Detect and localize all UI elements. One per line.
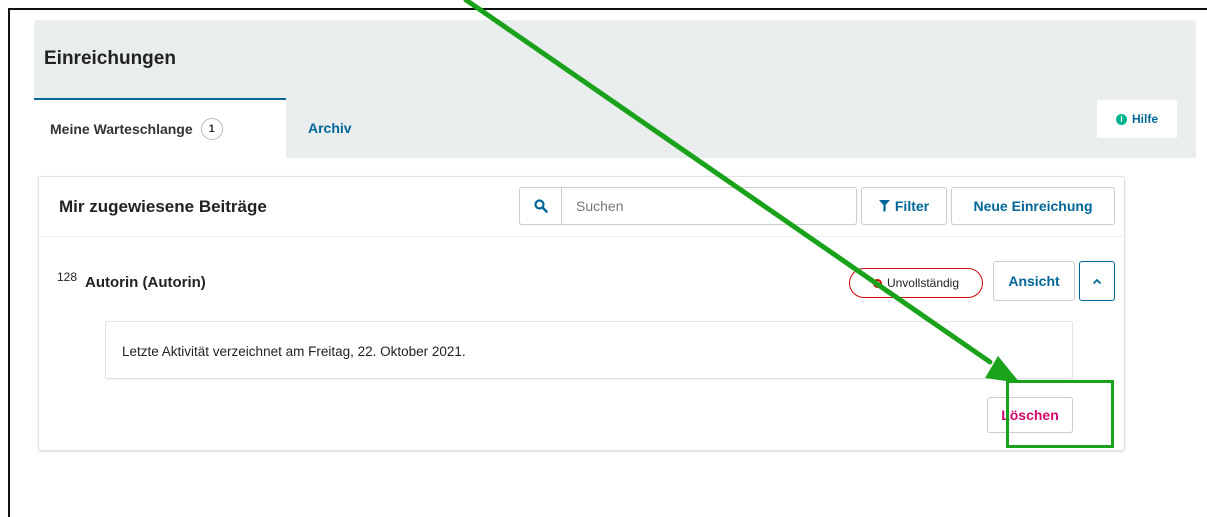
view-button[interactable]: Ansicht (993, 261, 1075, 301)
search-icon[interactable] (520, 188, 562, 224)
tab-my-queue[interactable]: Meine Warteschlange 1 (34, 98, 286, 158)
last-activity-text: Letzte Aktivität verzeichnet am Freitag,… (122, 344, 466, 359)
filter-icon (878, 200, 890, 212)
filter-button[interactable]: Filter (861, 187, 947, 225)
search-box (519, 187, 857, 225)
help-button[interactable]: i Hilfe (1097, 100, 1177, 138)
new-submission-button[interactable]: Neue Einreichung (951, 187, 1115, 225)
help-label: Hilfe (1131, 112, 1158, 126)
page-title: Einreichungen (44, 48, 176, 69)
collapse-toggle-button[interactable] (1079, 261, 1115, 301)
status-label: Unvollständig (886, 276, 960, 290)
tab-my-queue-label: Meine Warteschlange (50, 121, 193, 137)
queue-count-badge: 1 (200, 118, 223, 140)
chevron-up-icon (1092, 278, 1102, 284)
tab-archive[interactable]: Archiv (308, 98, 352, 158)
search-input[interactable] (562, 188, 856, 224)
activity-panel: Letzte Aktivität verzeichnet am Freitag,… (105, 321, 1073, 379)
card-header: Mir zugewiesene Beiträge Filter Neue Ein… (39, 177, 1124, 237)
status-badge: Unvollständig (849, 268, 983, 298)
filter-label: Filter (894, 198, 930, 214)
incomplete-status-icon (872, 278, 882, 288)
card-title: Mir zugewiesene Beiträge (59, 197, 267, 216)
assigned-submissions-card: Mir zugewiesene Beiträge Filter Neue Ein… (38, 176, 1125, 451)
submission-author[interactable]: Autorin (Autorin) (85, 274, 206, 291)
tab-bar: Meine Warteschlange 1 Archiv (34, 98, 1196, 158)
info-icon: i (1115, 113, 1127, 125)
submission-id: 128 (57, 270, 78, 284)
annotation-highlight-box (1006, 380, 1114, 448)
